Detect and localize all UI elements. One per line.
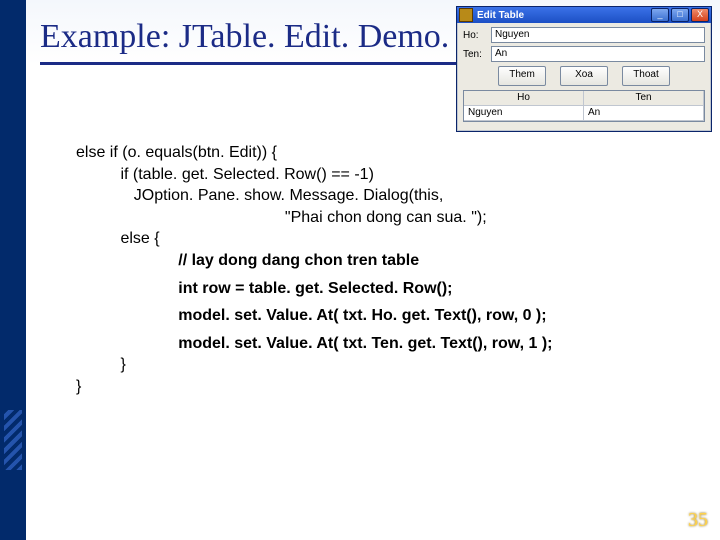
row-ho: Ho: Nguyen (463, 27, 705, 43)
input-ten[interactable]: An (491, 46, 705, 62)
row-ten: Ten: An (463, 46, 705, 62)
cell-ho: Nguyen (464, 106, 584, 121)
java-app-icon (459, 8, 473, 22)
window-control-buttons: _ □ X (651, 8, 709, 22)
data-table: Ho Ten Nguyen An (463, 90, 705, 122)
button-row: Them Xoa Thoat (463, 66, 705, 86)
code-block: else if (o. equals(btn. Edit)) { if (tab… (76, 142, 676, 398)
cell-ten: An (584, 106, 704, 121)
table-header-row: Ho Ten (464, 91, 704, 106)
code-line: } (76, 354, 676, 376)
xoa-button[interactable]: Xoa (560, 66, 608, 86)
code-line: "Phai chon dong can sua. "); (76, 207, 676, 229)
code-line: if (table. get. Selected. Row() == -1) (76, 164, 676, 186)
label-ten: Ten: (463, 49, 491, 60)
page-number: 35 (688, 509, 708, 532)
code-line: else if (o. equals(btn. Edit)) { (76, 142, 676, 164)
col-header-ho: Ho (464, 91, 584, 106)
code-line: JOption. Pane. show. Message. Dialog(thi… (76, 185, 676, 207)
table-row[interactable]: Nguyen An (464, 106, 704, 121)
code-line: int row = table. get. Selected. Row(); (76, 278, 676, 300)
code-line: else { (76, 228, 676, 250)
code-line: } (76, 376, 676, 398)
code-line: model. set. Value. At( txt. Ho. get. Tex… (76, 305, 676, 327)
edit-table-window: Edit Table _ □ X Ho: Nguyen Ten: An Them… (456, 6, 712, 132)
minimize-button[interactable]: _ (651, 8, 669, 22)
window-title: Edit Table (477, 10, 651, 21)
slide: Example: JTable. Edit. Demo. java Edit T… (0, 0, 720, 540)
thoat-button[interactable]: Thoat (622, 66, 670, 86)
code-line: // lay dong dang chon tren table (76, 250, 676, 272)
code-line: model. set. Value. At( txt. Ten. get. Te… (76, 333, 676, 355)
them-button[interactable]: Them (498, 66, 546, 86)
label-ho: Ho: (463, 30, 491, 41)
col-header-ten: Ten (584, 91, 704, 106)
maximize-button[interactable]: □ (671, 8, 689, 22)
input-ho[interactable]: Nguyen (491, 27, 705, 43)
close-button[interactable]: X (691, 8, 709, 22)
window-titlebar: Edit Table _ □ X (457, 7, 711, 23)
form-panel: Ho: Nguyen Ten: An Them Xoa Thoat Ho Ten… (457, 23, 711, 126)
left-decorative-stripe (0, 0, 26, 540)
slide-title: Example: JTable. Edit. Demo. java (40, 18, 514, 56)
